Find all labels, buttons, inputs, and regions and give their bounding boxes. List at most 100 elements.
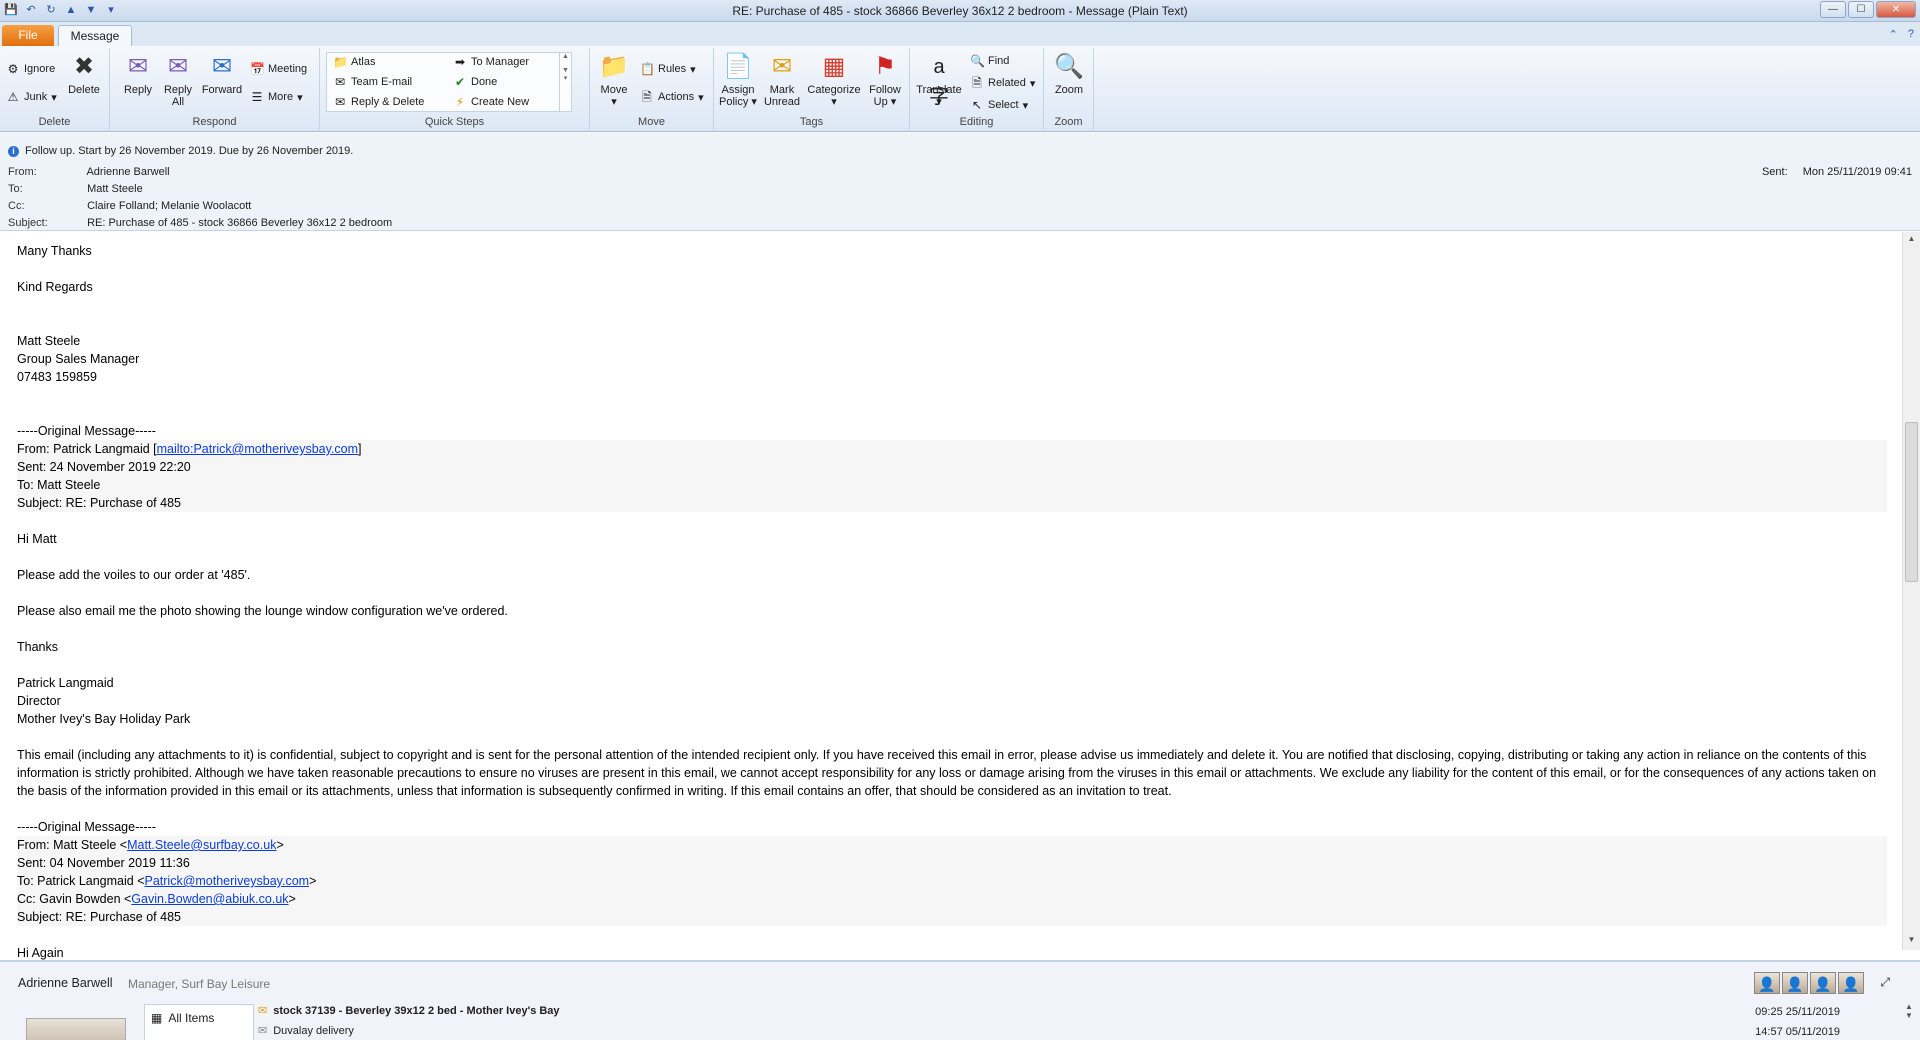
- from-value[interactable]: Adrienne Barwell: [86, 166, 169, 178]
- cc-value[interactable]: Claire Folland; Melanie Woolacott: [87, 200, 251, 212]
- follow-up-infobar[interactable]: i Follow up. Start by 26 November 2019. …: [8, 145, 353, 157]
- email-link-gavin[interactable]: Gavin.Bowden@abiuk.co.uk: [131, 892, 288, 906]
- cursor-icon: ↖: [971, 98, 983, 112]
- tab-file[interactable]: File: [2, 25, 54, 46]
- close-button[interactable]: ✕: [1876, 1, 1916, 18]
- minimize-button[interactable]: —: [1820, 1, 1846, 18]
- list-item[interactable]: ✉ Duvalay delivery: [258, 1024, 354, 1038]
- magnifier-icon: 🔍: [1054, 53, 1084, 80]
- people-items-list: ✉ stock 37139 - Beverley 39x12 2 bed - M…: [258, 1004, 1840, 1039]
- people-role: Manager, Surf Bay Leisure: [128, 977, 271, 991]
- move-folder-icon: 📁: [599, 53, 629, 80]
- quick-steps-gallery: 📁 Atlas ✉ Team E-mail ✉ Reply & Delete ➡…: [326, 52, 572, 112]
- group-respond: ✉ Reply ✉ Reply All ✉ Forward 📅 Meeting …: [110, 48, 320, 130]
- group-quick-steps: 📁 Atlas ✉ Team E-mail ✉ Reply & Delete ➡…: [320, 48, 590, 130]
- categorize-button[interactable]: ▦ Categorize ▾: [806, 52, 862, 108]
- actions-button[interactable]: 🗎 Actions ▾: [640, 90, 703, 104]
- zoom-button[interactable]: 🔍 Zoom: [1048, 52, 1090, 96]
- quick-steps-scroll[interactable]: ▲ ▼ ▾: [559, 53, 571, 111]
- original-from-line-2: From: Matt Steele <Matt.Steele@surfbay.c…: [17, 836, 1887, 854]
- folder-icon: 📁: [333, 55, 348, 69]
- delete-x-icon: ✖: [73, 53, 95, 80]
- scroll-thumb[interactable]: [1905, 422, 1918, 582]
- move-button[interactable]: 📁 Move ▾: [594, 52, 634, 108]
- rules-icon: 📋: [640, 62, 655, 76]
- translate-icon: a字: [929, 56, 949, 108]
- forward-icon: ✉: [211, 53, 233, 80]
- related-icon: 🗎: [972, 76, 982, 90]
- actions-icon: 🗎: [642, 90, 652, 104]
- group-zoom: 🔍 Zoom Zoom: [1044, 48, 1094, 130]
- group-move: 📁 Move ▾ 📋 Rules ▾ 🗎 Actions ▾ Move: [590, 48, 714, 130]
- quick-step-atlas[interactable]: 📁 Atlas: [333, 55, 375, 69]
- avatar[interactable]: 👤: [1838, 972, 1864, 994]
- meeting-button[interactable]: 📅 Meeting: [250, 62, 307, 76]
- quick-step-to-manager[interactable]: ➡ To Manager: [453, 55, 529, 69]
- rules-button[interactable]: 📋 Rules ▾: [640, 62, 696, 76]
- forward-arrow-icon: ➡: [454, 55, 466, 69]
- reply-icon: ✉: [127, 53, 149, 80]
- team-email-icon: ✉: [334, 75, 346, 89]
- quick-step-create-new[interactable]: ⚡ Create New: [453, 95, 529, 109]
- reply-button[interactable]: ✉ Reply: [118, 52, 158, 96]
- title-bar: 💾 ↶ ↻ ▲ ▼ ▾ RE: Purchase of 485 - stock …: [0, 0, 1920, 22]
- reply-all-button[interactable]: ✉ Reply All: [158, 52, 198, 108]
- avatar[interactable]: 👤: [1754, 972, 1780, 994]
- policy-icon: 📄: [723, 53, 753, 80]
- email-link-matt[interactable]: Matt.Steele@surfbay.co.uk: [127, 838, 276, 852]
- message-header: i Follow up. Start by 26 November 2019. …: [0, 133, 1920, 231]
- categorize-icon: ▦: [822, 53, 846, 80]
- window-controls: — ☐ ✕: [1820, 1, 1916, 18]
- message-text: Many Thanks Kind Regards Matt Steele Gro…: [17, 242, 1887, 962]
- more-button[interactable]: ☰ More ▾: [250, 90, 303, 104]
- window-title: RE: Purchase of 485 - stock 36866 Beverl…: [732, 4, 1188, 18]
- select-button[interactable]: ↖ Select ▾: [970, 98, 1028, 112]
- all-items-tab[interactable]: ▦ All Items: [144, 1004, 254, 1040]
- tab-message[interactable]: Message: [58, 25, 132, 46]
- ignore-button[interactable]: ⚙ Ignore: [6, 62, 56, 76]
- people-name[interactable]: Adrienne Barwell: [18, 976, 113, 990]
- list-item[interactable]: ✉ stock 37139 - Beverley 39x12 2 bed - M…: [258, 1004, 560, 1018]
- related-button[interactable]: 🗎 Related ▾: [970, 76, 1035, 90]
- translate-button[interactable]: a字 Translate ▾: [914, 52, 964, 108]
- assign-policy-button[interactable]: 📄 Assign Policy ▾: [716, 52, 760, 108]
- quick-step-reply-delete[interactable]: ✉ Reply & Delete: [333, 95, 424, 109]
- avatar[interactable]: 👤: [1810, 972, 1836, 994]
- junk-icon: ⚠: [7, 90, 19, 104]
- find-button[interactable]: 🔍 Find: [970, 54, 1009, 68]
- junk-button[interactable]: ⚠ Junk ▾: [6, 90, 57, 104]
- scroll-down-icon[interactable]: ▼: [1905, 935, 1918, 948]
- people-scrollbar[interactable]: ▲ ▼: [1902, 1002, 1916, 1040]
- to-value[interactable]: Matt Steele: [87, 183, 143, 195]
- envelope-icon: ✉: [258, 1005, 268, 1017]
- delete-button[interactable]: ✖ Delete: [64, 52, 104, 96]
- disclaimer: This email (including any attachments to…: [17, 748, 1880, 798]
- scroll-up-icon[interactable]: ▲: [1905, 234, 1918, 247]
- mark-unread-button[interactable]: ✉ Mark Unread: [760, 52, 804, 108]
- all-items-icon: ▦: [151, 1011, 163, 1025]
- info-icon: i: [8, 145, 19, 157]
- more-icon: ☰: [251, 90, 263, 104]
- maximize-button[interactable]: ☐: [1848, 1, 1874, 18]
- sent-value: Mon 25/11/2019 09:41: [1802, 166, 1912, 178]
- ribbon-tabs: File Message ⌃ ?: [0, 22, 1920, 46]
- checkmark-icon: ✔: [454, 75, 466, 89]
- quick-step-done[interactable]: ✔ Done: [453, 75, 497, 89]
- header-sent: Sent: Mon 25/11/2019 09:41: [1761, 166, 1912, 178]
- mailto-link[interactable]: mailto:Patrick@motheriveysbay.com: [157, 442, 358, 456]
- people-avatars: 👤 👤 👤 👤: [1754, 972, 1864, 994]
- people-pane: Adrienne Barwell Manager, Surf Bay Leisu…: [0, 960, 1920, 1040]
- forward-button[interactable]: ✉ Forward: [200, 52, 244, 96]
- help-icon[interactable]: ?: [1908, 28, 1914, 41]
- quick-step-team-email[interactable]: ✉ Team E-mail: [333, 75, 412, 89]
- avatar[interactable]: 👤: [1782, 972, 1808, 994]
- lightning-icon: ⚡: [455, 95, 465, 109]
- follow-up-button[interactable]: ⚑ Follow Up ▾: [864, 52, 906, 108]
- envelope-icon: ✉: [771, 53, 793, 80]
- ribbon: ⚙ Ignore ⚠ Junk ▾ ✖ Delete Delete ✉ Reply…: [0, 46, 1920, 132]
- email-link-patrick[interactable]: Patrick@motheriveysbay.com: [145, 874, 310, 888]
- vertical-scrollbar[interactable]: ▲ ▼: [1902, 232, 1920, 950]
- message-body[interactable]: Many Thanks Kind Regards Matt Steele Gro…: [0, 232, 1920, 960]
- minimize-ribbon-icon[interactable]: ⌃: [1889, 28, 1898, 41]
- expand-icon[interactable]: ⤢: [1880, 975, 1890, 990]
